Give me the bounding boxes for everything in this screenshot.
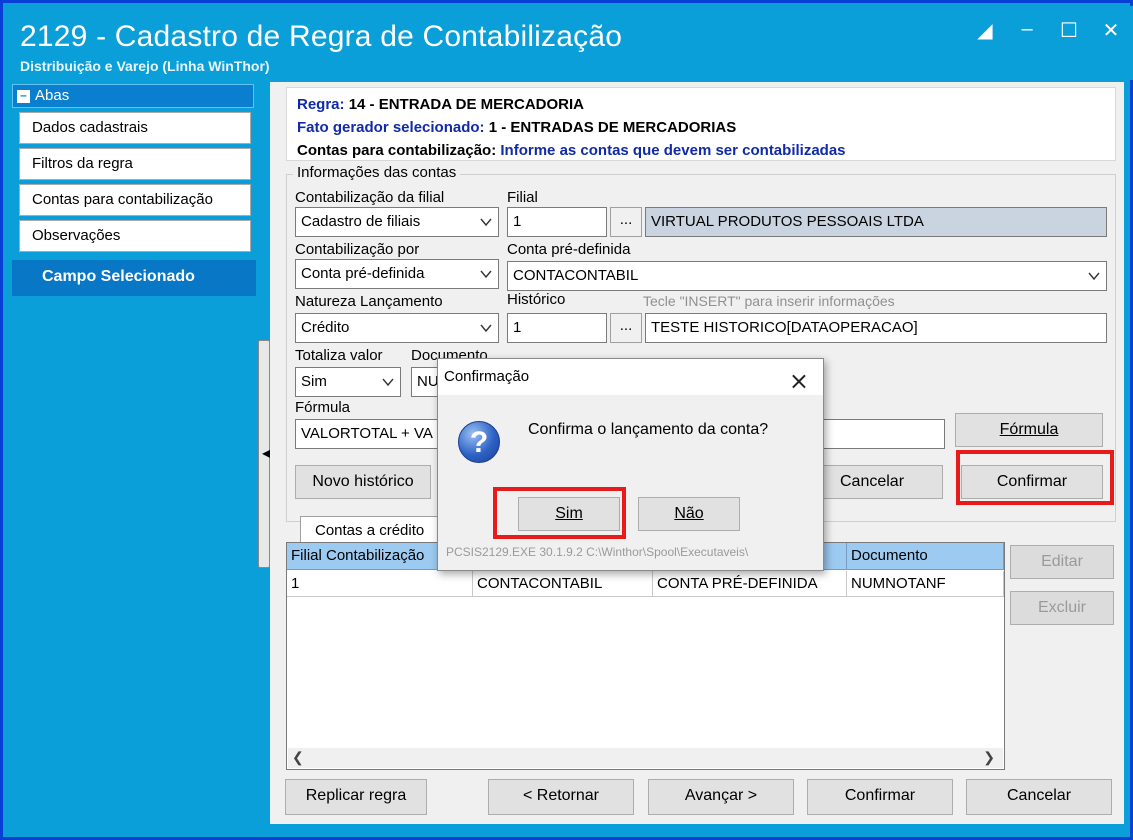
novo-historico-button[interactable]: Novo histórico (295, 465, 431, 499)
window-title: 2129 - Cadastro de Regra de Contabilizaç… (20, 20, 623, 53)
contas-value: Informe as contas que devem ser contabil… (500, 142, 846, 159)
natureza-value: Crédito (301, 319, 350, 336)
highlight-sim (493, 487, 626, 539)
historico-code-input[interactable]: 1 (507, 313, 607, 343)
question-icon: ? (458, 421, 500, 463)
totaliza-value: Sim (301, 373, 327, 390)
regra-value: 14 - ENTRADA DE MERCADORIA (348, 96, 584, 113)
bottom-toolbar: Replicar regra < Retornar Avançar > Conf… (270, 770, 1124, 824)
chevron-down-icon (480, 324, 492, 333)
historico-hint: Tecle "INSERT" para inserir informações (643, 293, 895, 309)
filial-name-field: VIRTUAL PRODUTOS PESSOAIS LTDA (645, 207, 1107, 237)
contas-label: Contas para contabilização: (297, 142, 497, 159)
highlight-confirmar (956, 450, 1114, 505)
filial-label: Filial (507, 189, 538, 206)
campo-selecionado-header: Campo Selecionado (12, 260, 256, 296)
nao-button[interactable]: Não (638, 497, 740, 531)
col-documento[interactable]: Documento (847, 543, 1004, 570)
filial-lookup-button[interactable]: ... (610, 207, 642, 237)
confirmation-dialog: Confirmação × ? Confirma o lançamento da… (437, 358, 824, 571)
sidebar-item-filtros-regra[interactable]: Filtros da regra (19, 148, 251, 180)
group-title: Informações das contas (293, 164, 461, 181)
chevron-down-icon (480, 218, 492, 227)
fato-line: Fato gerador selecionado: 1 - ENTRADAS D… (297, 119, 736, 136)
sidebar: – Abas Dados cadastrais Filtros da regra… (10, 82, 256, 822)
dialog-title: Confirmação × (438, 359, 823, 395)
conta-pre-value: CONTACONTABIL (513, 267, 639, 284)
contab-por-label: Contabilização por (295, 241, 420, 258)
dialog-message: Confirma o lançamento da conta? (528, 421, 769, 438)
maximize-icon[interactable]: ☐ (1059, 18, 1079, 43)
excluir-button[interactable]: Excluir (1010, 591, 1114, 625)
historico-lookup-button[interactable]: ... (610, 313, 642, 343)
contab-por-select[interactable]: Conta pré-definida (295, 259, 499, 289)
avancar-button[interactable]: Avançar > (648, 779, 794, 815)
formula-button[interactable]: Fórmula (955, 413, 1103, 447)
natureza-label: Natureza Lançamento (295, 293, 443, 310)
chevron-down-icon (1088, 272, 1100, 281)
dialog-title-text: Confirmação (444, 368, 530, 385)
nao-label: Não (674, 505, 704, 522)
filial-code-input[interactable]: 1 (507, 207, 607, 237)
close-icon[interactable]: ✕ (1101, 18, 1121, 43)
historico-text-input[interactable]: TESTE HISTORICO[DATAOPERACAO] (645, 313, 1107, 343)
cancelar-regra-button[interactable]: Cancelar (966, 779, 1112, 815)
abas-header[interactable]: – Abas (12, 84, 254, 108)
natureza-select[interactable]: Crédito (295, 313, 499, 343)
table-row-cell[interactable]: CONTACONTABIL (473, 571, 653, 597)
dialog-status-text: PCSIS2129.EXE 30.1.9.2 C:\Winthor\Spool\… (446, 545, 749, 559)
contab-por-value: Conta pré-definida (301, 265, 425, 282)
totaliza-label: Totaliza valor (295, 347, 383, 364)
rule-info: Regra: 14 - ENTRADA DE MERCADORIA Fato g… (286, 87, 1116, 161)
chevron-down-icon (480, 270, 492, 279)
contab-filial-label: Contabilização da filial (295, 189, 445, 206)
contab-filial-select[interactable]: Cadastro de filiais (295, 207, 499, 237)
historico-label: Histórico (507, 291, 566, 308)
regra-line: Regra: 14 - ENTRADA DE MERCADORIA (297, 96, 584, 113)
contab-filial-value: Cadastro de filiais (301, 213, 421, 230)
collapse-icon[interactable]: – (17, 89, 30, 103)
table-row-cell[interactable]: 1 (287, 571, 473, 597)
scroll-left-icon[interactable]: ❮ (292, 749, 304, 766)
editar-button[interactable]: Editar (1010, 545, 1114, 579)
horizontal-scrollbar[interactable]: ❮ ❯ (288, 748, 1003, 768)
conta-pre-label: Conta pré-definida (507, 241, 631, 258)
contas-line: Contas para contabilização: Informe as c… (297, 142, 846, 159)
fato-value: 1 - ENTRADAS DE MERCADORIAS (488, 119, 737, 136)
regra-label: Regra: (297, 96, 345, 113)
chevron-down-icon (382, 378, 394, 387)
window-controls: ◢ – ☐ ✕ (975, 18, 1121, 43)
scroll-right-icon[interactable]: ❯ (983, 749, 995, 766)
fato-label: Fato gerador selecionado: (297, 119, 485, 136)
abas-label: Abas (35, 87, 70, 104)
totaliza-select[interactable]: Sim (295, 367, 401, 397)
conta-pre-select[interactable]: CONTACONTABIL (507, 261, 1107, 291)
window-subtitle: Distribuição e Varejo (Linha WinThor) (20, 58, 270, 74)
sidebar-item-dados-cadastrais[interactable]: Dados cadastrais (19, 112, 251, 144)
formula-button-label: Fórmula (999, 421, 1059, 438)
close-icon[interactable]: × (789, 363, 809, 399)
confirmar-regra-button[interactable]: Confirmar (807, 779, 953, 815)
table-row-cell[interactable]: NUMNOTANF (847, 571, 1004, 597)
sidebar-item-observacoes[interactable]: Observações (19, 220, 251, 252)
formula-label: Fórmula (295, 399, 351, 416)
minimize-icon[interactable]: – (1017, 18, 1037, 43)
sidebar-item-contas-contabilizacao[interactable]: Contas para contabilização (19, 184, 251, 216)
restore-icon[interactable]: ◢ (975, 18, 995, 43)
contas-grid: Filial Contabilização Documento 1 CONTAC… (286, 542, 1005, 770)
retornar-button[interactable]: < Retornar (488, 779, 634, 815)
table-row-cell[interactable]: CONTA PRÉ-DEFINIDA (653, 571, 847, 597)
title-bar: 2129 - Cadastro de Regra de Contabilizaç… (6, 6, 1133, 80)
replicar-regra-button[interactable]: Replicar regra (285, 779, 427, 815)
